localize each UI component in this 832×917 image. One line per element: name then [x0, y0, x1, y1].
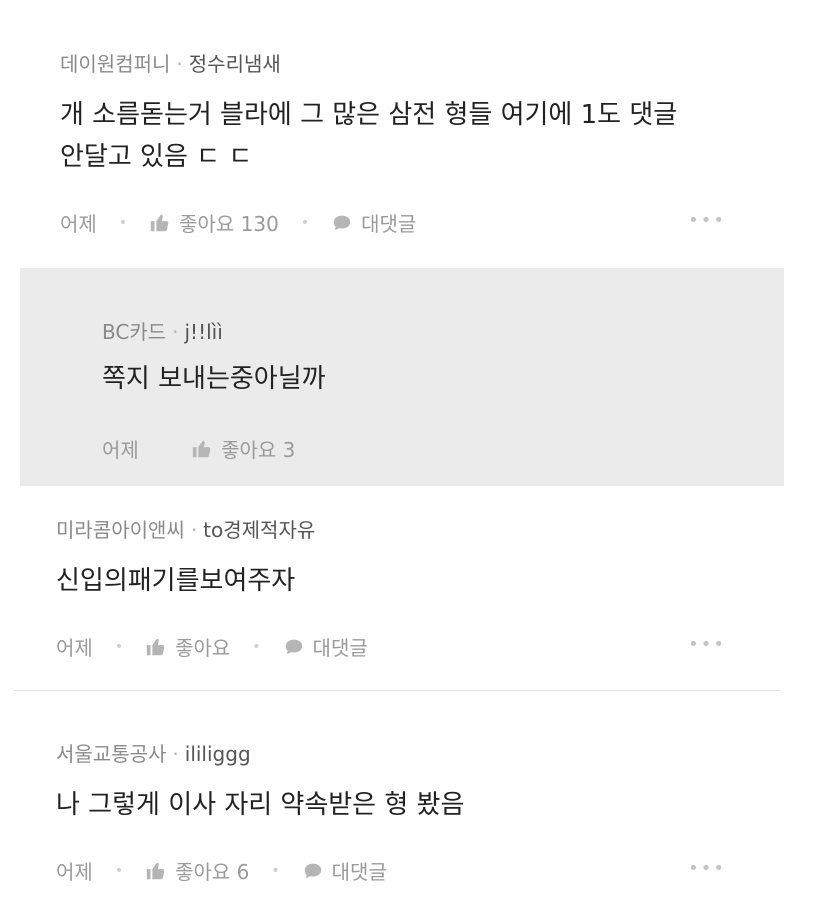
like-label: 좋아요 [175, 636, 231, 660]
reply-button[interactable]: 대댓글 [331, 208, 416, 237]
action-separator: • [252, 638, 261, 655]
action-separator: • [161, 441, 169, 457]
comment-time: 어제 [102, 438, 139, 462]
author-nickname[interactable]: ililiggg [185, 742, 251, 766]
reply-label: 대댓글 [361, 212, 417, 236]
action-separator: • [300, 214, 310, 231]
speech-bubble-icon [285, 639, 302, 654]
action-separator: • [118, 214, 128, 231]
comment-actions: 어제 • 좋아요 • 대댓글 [56, 632, 368, 661]
reply-label: 대댓글 [312, 636, 368, 660]
action-separator: • [271, 862, 280, 879]
thumbs-up-icon [146, 862, 165, 879]
speech-bubble-icon [333, 215, 351, 230]
comment-body-line: 나 그렇게 이사 자리 약속받은 형 봤음 [56, 790, 465, 820]
thumbs-up-icon [146, 638, 165, 655]
comment-body-line: 신입의패기를보여주자 [56, 566, 296, 596]
comment-actions: 어제 • 좋아요 3 [102, 434, 295, 463]
comment-actions: 어제 • 좋아요 130 • 대댓글 [60, 208, 416, 237]
like-label: 좋아요 6 [175, 860, 250, 884]
comment-body: 쪽지 보내는중아닐까 [102, 358, 326, 400]
meta-separator: · [176, 52, 183, 76]
reply-label: 대댓글 [331, 860, 387, 884]
meta-separator: · [172, 742, 179, 766]
comment-body-line: 쪽지 보내는중아닐까 [102, 364, 326, 394]
author-company: BC카드 [102, 320, 167, 344]
comment-meta: 미라콤아이앤씨 · to경제적자유 [56, 514, 315, 543]
author-nickname[interactable]: j!!lìì [185, 320, 223, 344]
comment-body: 개 소름돋는거 블라에 그 많은 삼전 형들 여기에 1도 댓글 안달고 있음 … [60, 94, 677, 178]
comment-meta: BC카드 · j!!lìì [102, 316, 223, 345]
like-button[interactable]: 좋아요 [145, 632, 230, 661]
like-button[interactable]: 좋아요 130 [149, 208, 279, 237]
comment-actions: 어제 • 좋아요 6 • 대댓글 [56, 856, 387, 885]
comment-body-line: 안달고 있음 ㄷ ㄷ [60, 142, 253, 172]
meta-separator: · [190, 518, 198, 542]
more-dots-icon[interactable]: ••• [688, 634, 726, 655]
action-separator: • [114, 638, 124, 655]
more-dots-icon[interactable]: ••• [688, 858, 726, 879]
comment-time: 어제 [56, 636, 93, 660]
comment-divider [14, 690, 780, 691]
thumbs-up-icon [192, 440, 211, 457]
comment-meta: 데이원컴퍼니 · 정수리냄새 [60, 48, 281, 77]
author-nickname[interactable]: 정수리냄새 [189, 52, 281, 76]
speech-bubble-icon [304, 863, 321, 878]
author-company: 서울교통공사 [56, 742, 167, 766]
author-nickname[interactable]: to경제적자유 [203, 518, 315, 542]
comment-body: 신입의패기를보여주자 [56, 560, 295, 602]
comment-meta: 서울교통공사 · ililiggg [56, 738, 251, 767]
comment-body-line: 개 소름돋는거 블라에 그 많은 삼전 형들 여기에 1도 댓글 [60, 100, 678, 130]
meta-separator: · [172, 320, 179, 344]
comment-body: 나 그렇게 이사 자리 약속받은 형 봤음 [56, 784, 464, 826]
comment-time: 어제 [60, 212, 97, 236]
author-company: 미라콤아이앤씨 [56, 518, 185, 542]
like-button[interactable]: 좋아요 3 [191, 434, 295, 463]
more-dots-icon[interactable]: ••• [688, 210, 726, 231]
author-company: 데이원컴퍼니 [60, 52, 171, 76]
comment-time: 어제 [56, 860, 93, 884]
reply-button[interactable]: 대댓글 [302, 856, 387, 885]
reply-button[interactable]: 대댓글 [283, 632, 368, 661]
thumbs-up-icon [150, 214, 169, 231]
action-separator: • [114, 862, 124, 879]
like-label: 좋아요 3 [221, 438, 296, 462]
like-label: 좋아요 130 [179, 212, 279, 236]
like-button[interactable]: 좋아요 6 [145, 856, 249, 885]
